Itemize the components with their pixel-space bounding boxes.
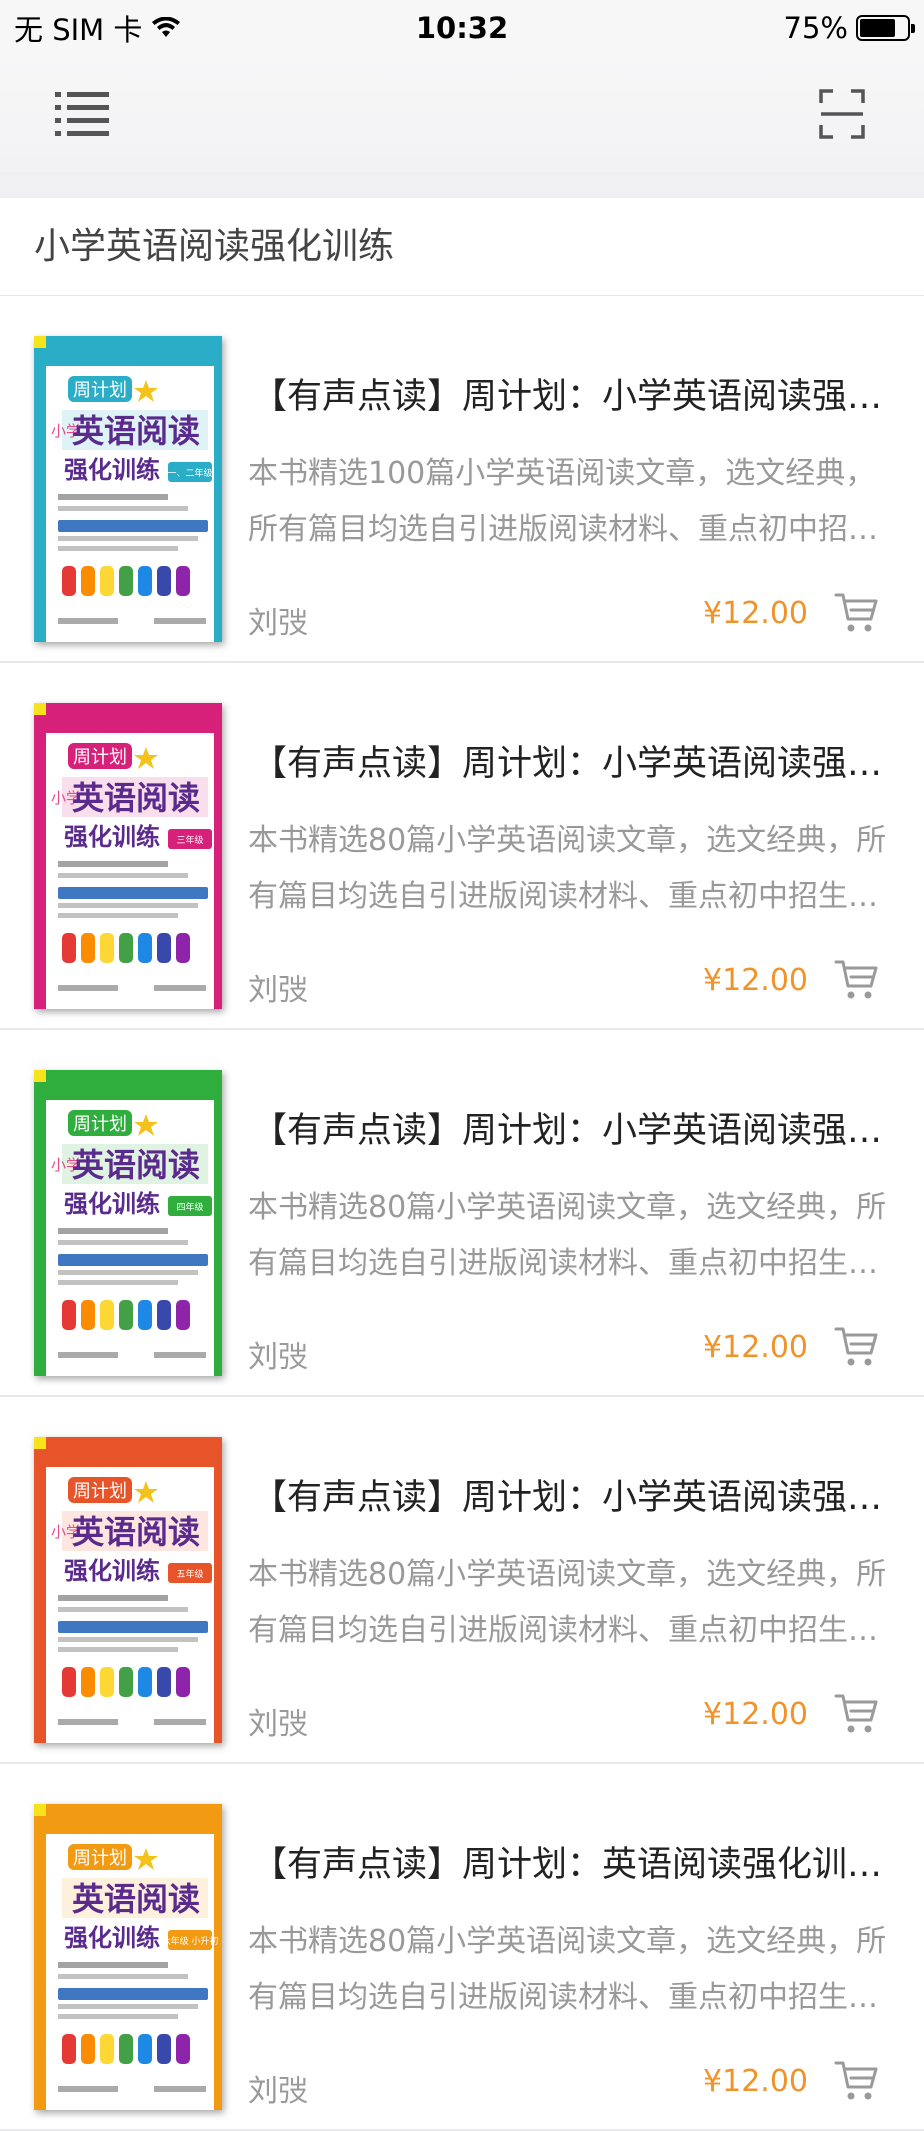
book-author: 刘弢 [248,973,308,1008]
add-to-cart-button[interactable] [834,957,880,1003]
cover-name2: 强化训练 [64,456,160,484]
battery-percent: 75% [783,11,848,45]
book-description: 本书精选80篇小学英语阅读文章，选文经典，所有篇目均选自引进版阅读材料、重点初中… [248,1924,887,2015]
book-price: ¥12.00 [703,1697,808,1732]
book-title[interactable]: 【有声点读】周计划：英语阅读强化训练（六年级/小升初） [252,1836,892,1887]
shopping-cart-icon [834,960,878,999]
book-title[interactable]: 【有声点读】周计划：小学英语阅读强化训练（三年级） [252,735,892,786]
wifi-icon [152,17,181,37]
status-right: 75% [783,11,915,45]
cover-name1: 英语阅读 [72,1146,200,1184]
book-title[interactable]: 【有声点读】周计划：小学英语阅读强化训练（五年级） [252,1469,892,1520]
book-author: 刘弢 [248,1707,308,1742]
add-to-cart-button[interactable] [834,1691,880,1737]
cover-series: 周计划 [73,1114,127,1135]
book-list-item[interactable]: 周计划 小学 英语阅读 强化训练 五年级 【有声点读】周计划：小学英语阅读强化 … [0,1397,924,1764]
cover-name1: 英语阅读 [72,1880,200,1918]
cover-name1: 英语阅读 [72,779,200,817]
shopping-cart-icon [834,1694,878,1733]
book-price: ¥12.00 [703,596,808,631]
add-to-cart-button[interactable] [834,2058,880,2104]
book-title[interactable]: 【有声点读】周计划：小学英语阅读强化训练（一、二年级） [252,368,892,419]
cover-name1: 英语阅读 [72,1513,200,1551]
menu-button[interactable] [52,84,112,144]
book-list-item[interactable]: 周计划 小学 英语阅读 强化训练 三年级 【有声点读】周计划：小学英语阅读强化 … [0,663,924,1030]
battery-icon [856,15,915,41]
battery-level [860,19,895,37]
book-author: 刘弢 [248,606,308,641]
cover-name2: 强化训练 [64,823,160,851]
status-left: 无 SIM 卡 [14,7,181,49]
add-to-cart-button[interactable] [834,590,880,636]
carrier-label: 无 SIM 卡 [14,13,143,47]
cover-grade: 六年级 小升初 [162,1935,219,1947]
book-description: 本书精选100篇小学英语阅读文章，选文经典，所有篇目均选自引进版阅读材料、重点初… [248,456,878,547]
book-cover-image[interactable]: 周计划 小学 英语阅读 强化训练 四年级 [34,1070,222,1376]
cover-series: 周计划 [73,1481,127,1502]
separator-band [0,172,924,198]
cover-name2: 强化训练 [64,1924,160,1952]
cover-grade: 四年级 [176,1201,203,1213]
cover-grade: 三年级 [176,834,203,846]
book-list-item[interactable]: 周计划 小学 英语阅读 强化训练 四年级 【有声点读】周计划：小学英语阅读强化 … [0,1030,924,1397]
cover-grade: 五年级 [176,1568,203,1580]
cover-series: 周计划 [73,380,127,401]
book-cover-image[interactable]: 周计划 小学 英语阅读 强化训练 三年级 [34,703,222,1009]
book-price: ¥12.00 [703,2064,808,2099]
book-list-item[interactable]: 周计划 英语阅读 强化训练 六年级 小升初 【有声点读】周计划：英语阅读强化训练… [0,1764,924,2131]
book-cover-image[interactable]: 周计划 英语阅读 强化训练 六年级 小升初 [34,1804,222,2110]
cover-name2: 强化训练 [64,1557,160,1585]
shopping-cart-icon [834,1327,878,1366]
section-title: 小学英语阅读强化训练 [0,198,924,296]
nav-bar [0,56,924,172]
book-list: 周计划 小学 英语阅读 强化训练 一、二年级 【有声点读】周计划：小学英语阅读强… [0,296,924,2131]
cover-name2: 强化训练 [64,1190,160,1218]
book-author: 刘弢 [248,1340,308,1375]
list-menu-icon [55,92,109,136]
status-bar: 无 SIM 卡 10:32 75% [0,0,924,56]
book-price: ¥12.00 [703,963,808,998]
book-list-item[interactable]: 周计划 小学 英语阅读 强化训练 一、二年级 【有声点读】周计划：小学英语阅读强… [0,296,924,663]
book-cover-image[interactable]: 周计划 小学 英语阅读 强化训练 一、二年级 [34,336,222,642]
book-description: 本书精选80篇小学英语阅读文章，选文经典，所有篇目均选自引进版阅读材料、重点初中… [248,823,887,914]
book-description: 本书精选80篇小学英语阅读文章，选文经典，所有篇目均选自引进版阅读材料、重点初中… [248,1190,887,1281]
book-price: ¥12.00 [703,1330,808,1365]
add-to-cart-button[interactable] [834,1324,880,1370]
scan-frame-icon [819,89,865,139]
book-title[interactable]: 【有声点读】周计划：小学英语阅读强化训练（四年级） [252,1102,892,1153]
shopping-cart-icon [834,593,878,632]
cover-grade: 一、二年级 [167,467,212,479]
scan-button[interactable] [812,84,872,144]
cover-name1: 英语阅读 [72,412,200,450]
book-description: 本书精选80篇小学英语阅读文章，选文经典，所有篇目均选自引进版阅读材料、重点初中… [248,1557,887,1648]
cover-series: 周计划 [73,1848,127,1869]
cover-series: 周计划 [73,747,127,768]
shopping-cart-icon [834,2061,878,2100]
book-cover-image[interactable]: 周计划 小学 英语阅读 强化训练 五年级 [34,1437,222,1743]
book-author: 刘弢 [248,2074,308,2109]
